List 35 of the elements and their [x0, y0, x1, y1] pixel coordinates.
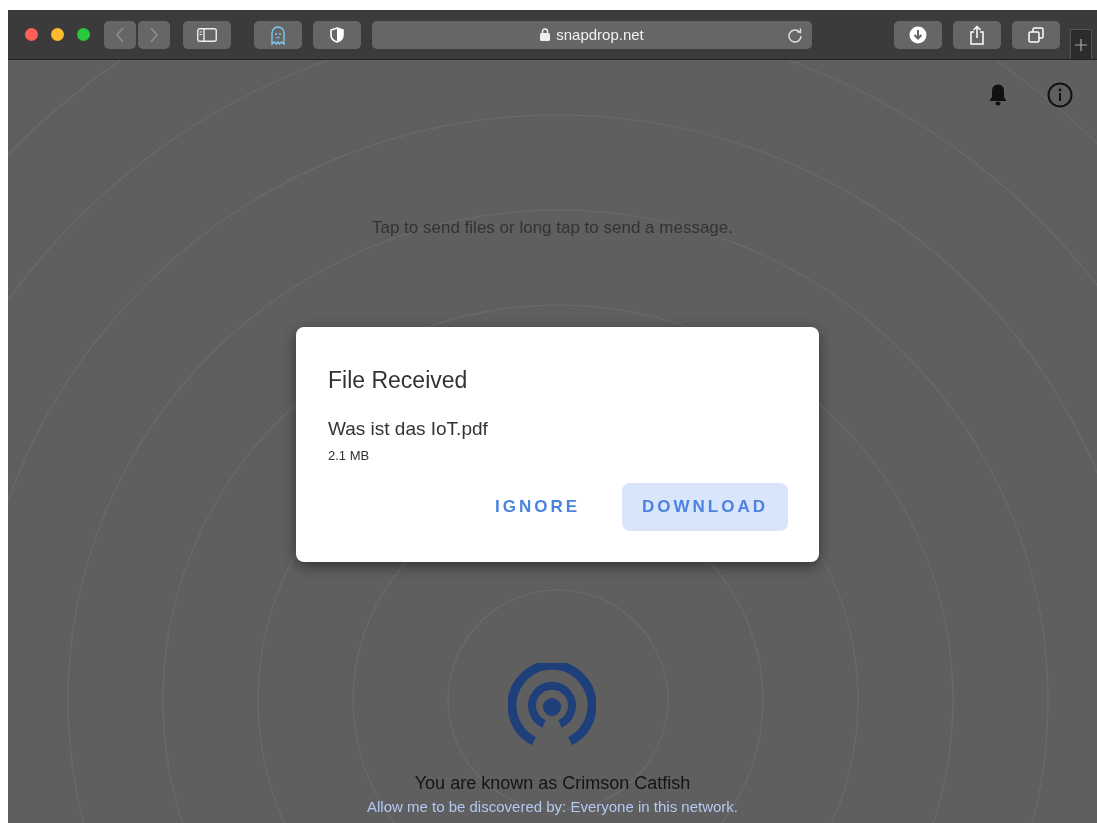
download-icon: [909, 25, 927, 44]
dialog-title: File Received: [328, 367, 469, 394]
bell-icon[interactable]: [987, 83, 1009, 107]
plus-icon: [1075, 38, 1087, 51]
sidebar-button[interactable]: [183, 20, 231, 49]
file-size: 2.1 MB: [328, 448, 371, 463]
tabs-icon: [1028, 26, 1044, 43]
sidebar-icon: [197, 27, 217, 42]
window-control-button[interactable]: [25, 28, 38, 41]
chevron-left-icon: [115, 26, 125, 43]
forward-button[interactable]: [138, 20, 170, 49]
share-icon: [969, 24, 985, 45]
address-bar[interactable]: snapdrop.net: [372, 20, 812, 49]
ghost-extension-button[interactable]: [254, 20, 302, 49]
tabs-overview-button[interactable]: [1012, 20, 1060, 49]
ghost-icon: [270, 24, 286, 45]
shield-button[interactable]: [313, 20, 361, 49]
lock-icon: [540, 28, 551, 41]
display-name-text: You are known as Crimson Catfish: [414, 773, 691, 794]
chevron-right-icon: [149, 26, 159, 43]
broadcast-logo-icon: [508, 663, 597, 745]
downloads-button[interactable]: [894, 20, 942, 49]
ignore-button[interactable]: IGNORE: [488, 485, 586, 529]
share-button[interactable]: [953, 20, 1001, 49]
info-icon[interactable]: [1047, 82, 1073, 108]
back-button[interactable]: [104, 20, 136, 49]
file-name: Was ist das IoT.pdf: [328, 418, 489, 440]
new-tab-button[interactable]: [1070, 29, 1092, 59]
window-control-button[interactable]: [77, 28, 90, 41]
reload-icon: [787, 26, 803, 43]
shield-icon: [330, 26, 344, 43]
discovery-link[interactable]: Allow me to be discovered by: Everyone in this network.: [367, 798, 738, 815]
url-text: snapdrop.net: [556, 26, 644, 43]
download-button[interactable]: DOWNLOAD: [622, 483, 788, 531]
window-control-button[interactable]: [51, 28, 64, 41]
